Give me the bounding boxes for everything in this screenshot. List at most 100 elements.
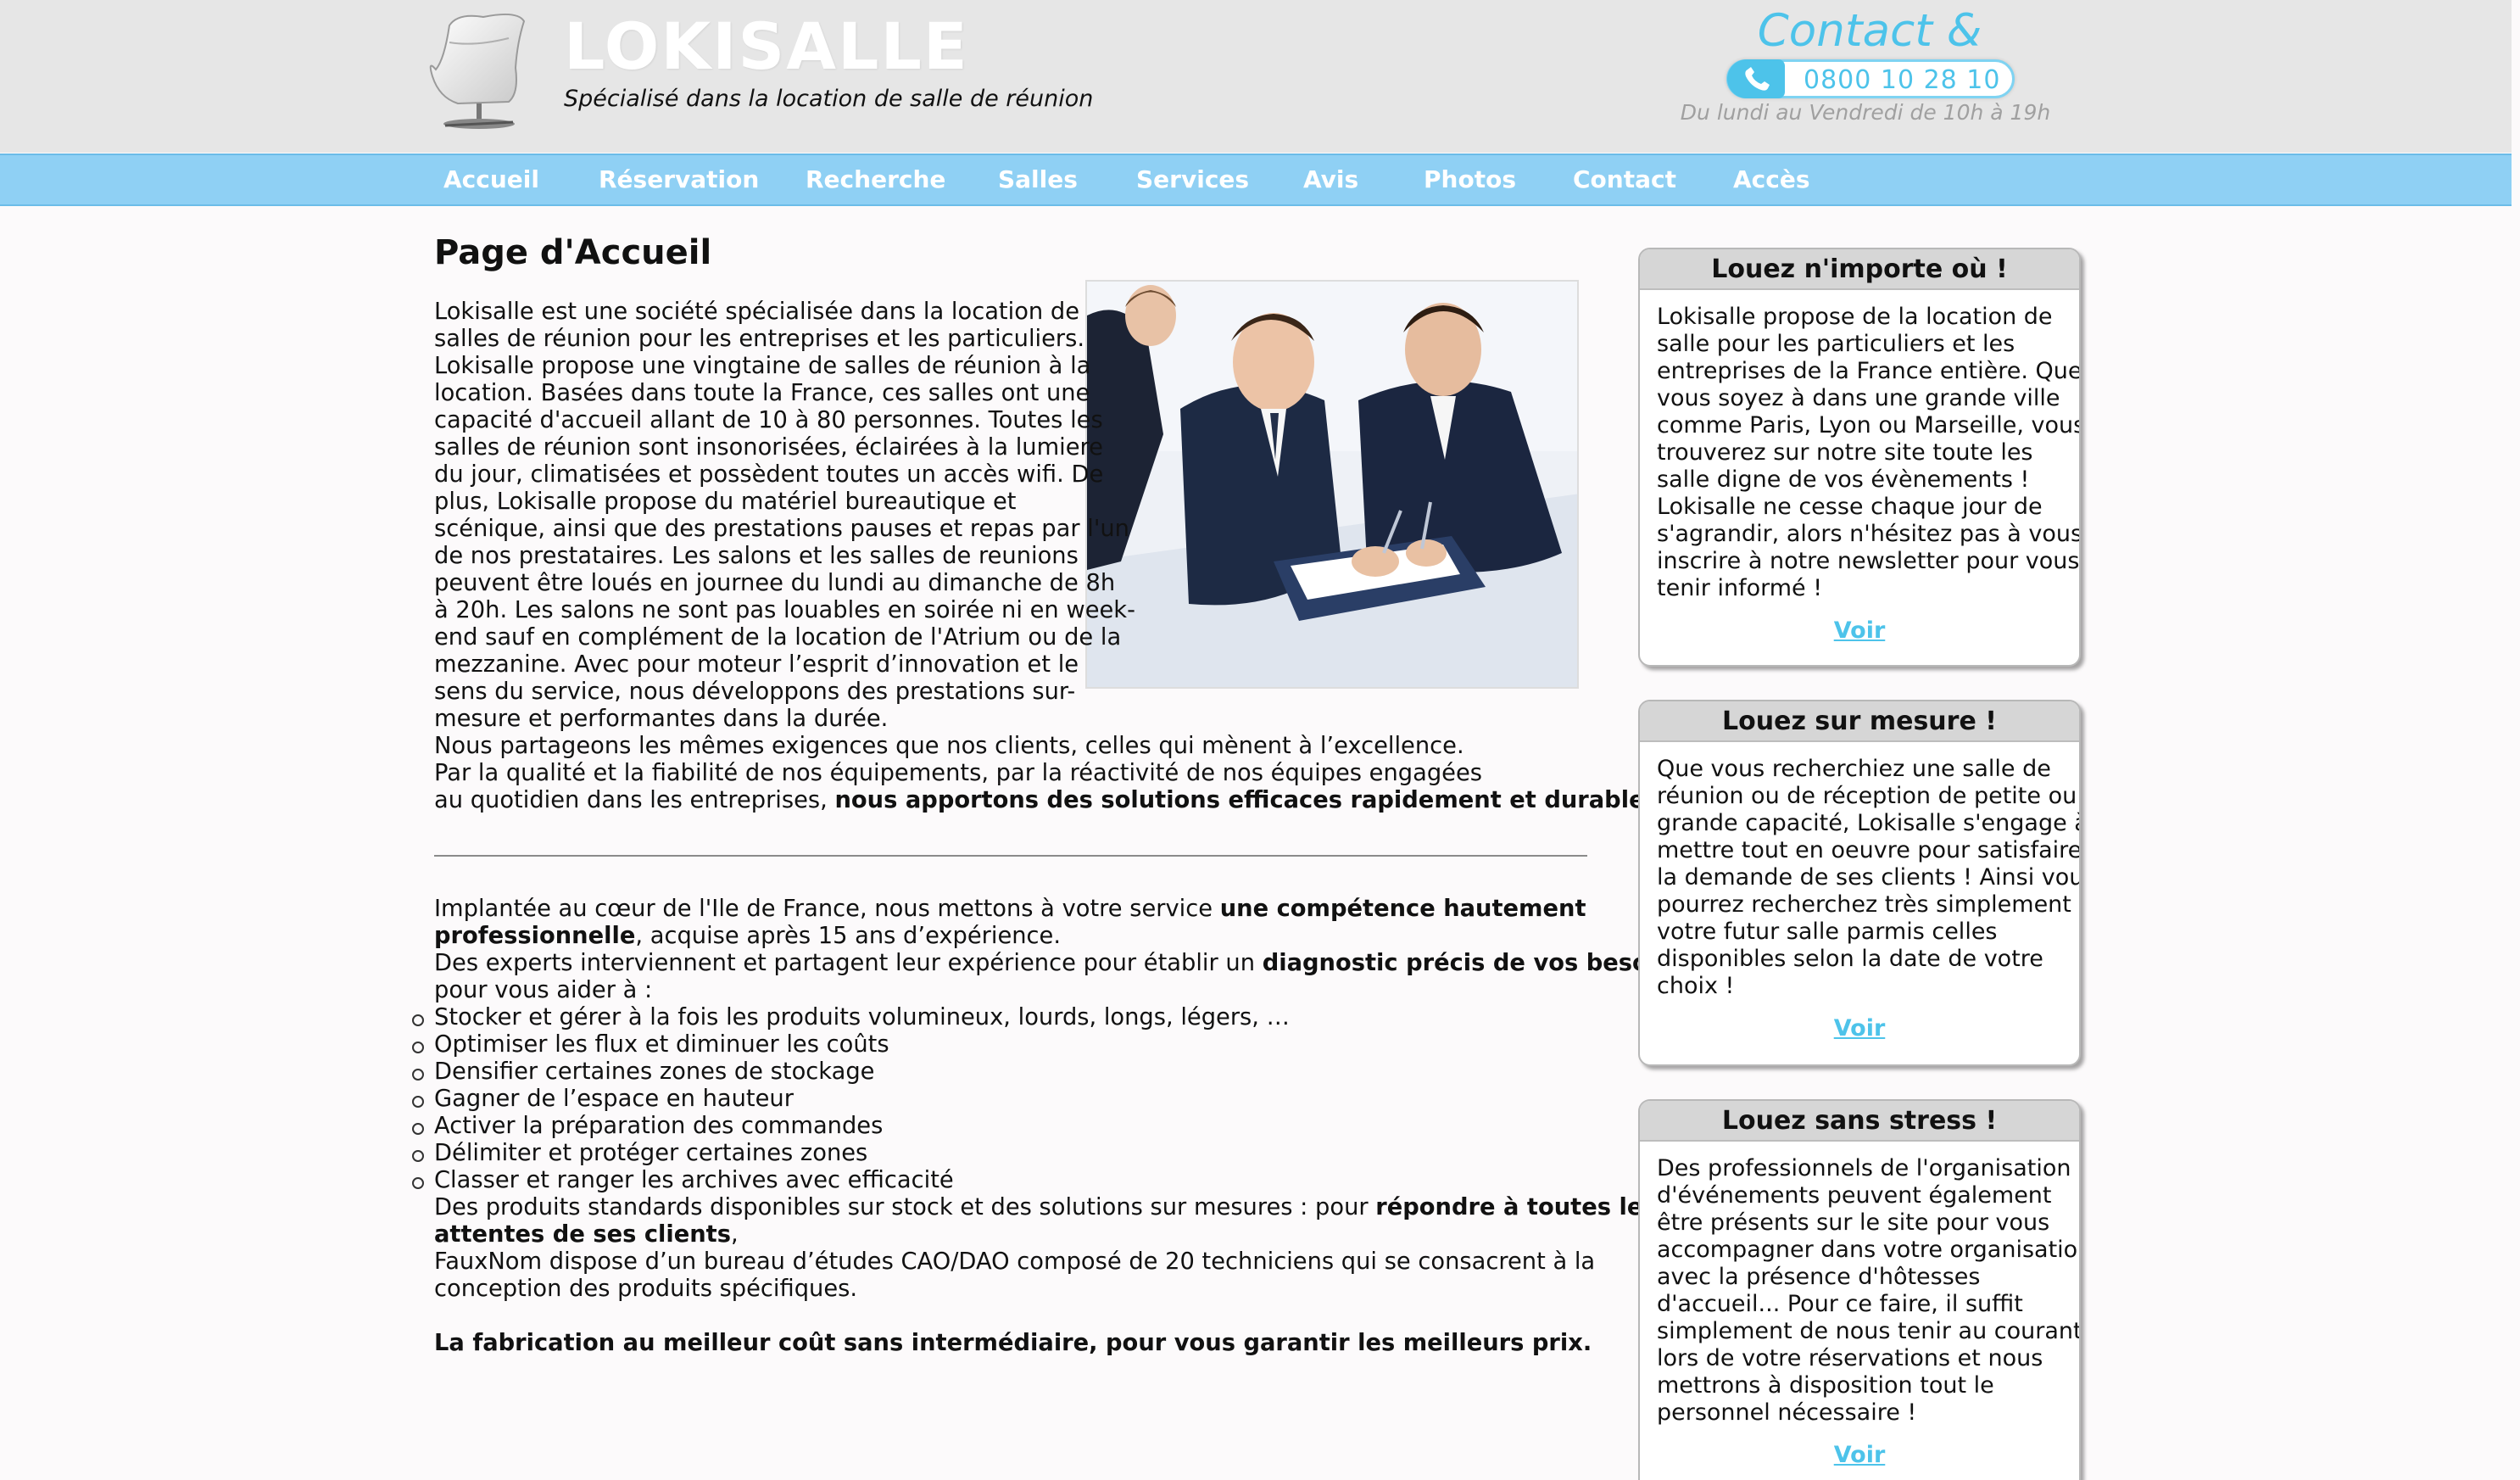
promo-line: choix ! (1657, 973, 1735, 999)
page-edge (2512, 0, 2520, 1480)
promo-line: vous soyez à dans une grande ville (1657, 385, 2060, 411)
p2-line-2: professionnelle, acquise après 15 ans d’… (434, 923, 1596, 950)
site-header: LOKISALLE Spécialisé dans la location de… (0, 0, 2520, 153)
site-title[interactable]: LOKISALLE (564, 8, 969, 84)
intro-line: salles de réunion pour les entreprises e… (434, 326, 1085, 352)
promo-line: Lokisalle propose de la location de (1657, 304, 2053, 330)
intro-line: Nous partageons les mêmes exigences que … (434, 733, 1464, 759)
nav-item-accueil[interactable]: Accueil (443, 165, 539, 193)
main-nav: Accueil Réservation Recherche Salles Ser… (0, 154, 2512, 206)
intro-line: Par la qualité et la fiabilité de nos éq… (434, 760, 1482, 786)
promo-line: disponibles selon la date de votre (1657, 946, 2043, 972)
nav-item-acces[interactable]: Accès (1733, 165, 1810, 193)
intro-line: end sauf en complément de la location de… (434, 624, 1122, 651)
p2-bold: professionnelle (434, 923, 636, 949)
promo-line: Lokisalle ne cesse chaque jour de (1657, 494, 2043, 520)
promo-box-title: Louez n'importe où ! (1640, 249, 2079, 290)
promo-line: pourrez recherchez très simplement (1657, 891, 2071, 918)
voir-link[interactable]: Voir (1640, 1015, 2079, 1042)
closing-statement: La fabrication au meilleur coût sans int… (434, 1330, 1592, 1356)
phone-badge[interactable]: 0800 10 28 10 (1726, 59, 2015, 98)
page-title: Page d'Accueil (434, 233, 712, 272)
promo-line: d'accueil... Pour ce faire, il suffit (1657, 1291, 2023, 1317)
p2-line-1: Implantée au cœur de l'Ile de France, no… (434, 896, 1596, 923)
promo-box-anywhere: Louez n'importe où ! Lokisalle propose d… (1638, 248, 2081, 667)
promo-line: comme Paris, Lyon ou Marseille, vous (1657, 412, 2081, 438)
nav-item-recherche[interactable]: Recherche (806, 165, 945, 193)
promo-line: entreprises de la France entière. Que (1657, 358, 2081, 384)
intro-line: Lokisalle est une société spécialisée da… (434, 299, 1080, 325)
nav-item-avis[interactable]: Avis (1303, 165, 1358, 193)
promo-line: salle digne de vos évènements ! (1657, 466, 2030, 493)
p3-bold: attentes de ses clients (434, 1221, 731, 1248)
p2-text: Des experts interviennent et partagent l… (434, 950, 1263, 976)
promo-line: avec la présence d'hôtesses (1657, 1264, 1981, 1290)
intro-line: mezzanine. Avec pour moteur l’esprit d’i… (434, 651, 1079, 678)
nav-item-services[interactable]: Services (1136, 165, 1249, 193)
promo-line: mettrons à disposition tout le (1657, 1372, 1994, 1399)
promo-line: la demande de ses clients ! Ainsi vous (1657, 864, 2081, 891)
intro-line: mesure et performantes dans la durée. (434, 706, 889, 732)
phone-number[interactable]: 0800 10 28 10 (1804, 65, 2000, 95)
intro-line: plus, Lokisalle propose du matériel bure… (434, 489, 1017, 515)
promo-line: votre futur salle parmis celles (1657, 919, 1998, 945)
intro-line: scénique, ainsi que des prestations paus… (434, 516, 1129, 542)
intro-line-last: au quotidien dans les entreprises, nous … (434, 787, 1720, 814)
promo-box-custom: Louez sur mesure ! Que vous recherchiez … (1638, 700, 2081, 1066)
intro-line: du jour, climatisées et possèdent toutes… (434, 461, 1104, 488)
p3-text: Des produits standards disponibles sur s… (434, 1194, 1376, 1220)
p3-text: , (730, 1221, 739, 1248)
promo-line: accompagner dans votre organisation (1657, 1237, 2081, 1263)
p2-line-4: pour vous aider à : (434, 977, 653, 1003)
voir-link[interactable]: Voir (1640, 617, 2079, 644)
intro-last-text: au quotidien dans les entreprises, (434, 787, 835, 813)
promo-line: trouverez sur notre site toute les (1657, 439, 2033, 466)
promo-box-title: Louez sans stress ! (1640, 1101, 2079, 1142)
nav-item-salles[interactable]: Salles (998, 165, 1078, 193)
list-item: Stocker et gérer à la fois les produits … (412, 1004, 1596, 1031)
p2-bold: une compétence hautement (1219, 896, 1586, 922)
intro-last-bold: nous apportons des solutions efficaces r… (834, 787, 1713, 813)
promo-line: Des professionnels de l'organisation (1657, 1155, 2071, 1181)
p3-line-4: conception des produits spécifiques. (434, 1276, 858, 1302)
intro-line: salles de réunion sont insonorisées, écl… (434, 434, 1103, 461)
promo-line: mettre tout en oeuvre pour satisfaire (1657, 837, 2081, 863)
p3-line-3: FauxNom dispose d’un bureau d’études CAO… (434, 1248, 1596, 1275)
p3-line-1: Des produits standards disponibles sur s… (434, 1194, 1657, 1221)
promo-line: simplement de nous tenir au courant (1657, 1318, 2081, 1344)
services-section: Implantée au cœur de l'Ile de France, no… (412, 896, 1717, 1357)
opening-hours: Du lundi au Vendredi de 10h à 19h (1680, 100, 2051, 125)
intro-paragraph: Lokisalle est une société spécialisée da… (434, 299, 1720, 814)
promo-line: d'événements peuvent également (1657, 1182, 2052, 1209)
chair-logo-icon[interactable] (424, 8, 534, 136)
promo-line: être présents sur le site pour vous (1657, 1209, 2050, 1236)
nav-item-reservation[interactable]: Réservation (599, 165, 759, 193)
promo-line: tenir informé ! (1657, 575, 1823, 601)
promo-line: lors de votre réservations et nous (1657, 1345, 2043, 1371)
promo-line: réunion ou de réception de petite ou (1657, 783, 2077, 809)
intro-line: sens du service, nous développons des pr… (434, 679, 1076, 705)
intro-line: peuvent être loués en journee du lundi a… (434, 570, 1116, 596)
intro-line: à 20h. Les salons ne sont pas louables e… (434, 597, 1135, 623)
voir-link[interactable]: Voir (1640, 1442, 2079, 1468)
promo-line: inscrire à notre newsletter pour vous (1657, 548, 2080, 574)
nav-item-contact[interactable]: Contact (1573, 165, 1676, 193)
intro-line: capacité d'accueil allant de 10 à 80 per… (434, 407, 1103, 433)
p2-text: Implantée au cœur de l'Ile de France, no… (434, 896, 1220, 922)
list-item: Gagner de l’espace en hauteur (412, 1086, 1596, 1113)
promo-line: personnel nécessaire ! (1657, 1399, 1917, 1426)
promo-line: salle pour les particuliers et les (1657, 331, 2015, 357)
promo-line: Que vous recherchiez une salle de (1657, 756, 2051, 782)
promo-box-stressfree: Louez sans stress ! Des professionnels d… (1638, 1099, 2081, 1480)
p3-line-2: attentes de ses clients, (434, 1221, 1596, 1248)
site-tagline: Spécialisé dans la location de salle de … (564, 86, 1094, 112)
promo-box-text: Lokisalle propose de la location de sall… (1640, 290, 2079, 602)
intro-line: de nos prestataires. Les salons et les s… (434, 543, 1079, 569)
list-item: Densifier certaines zones de stockage (412, 1058, 1596, 1086)
p2-text: , acquise après 15 ans d’expérience. (635, 923, 1062, 949)
nav-item-photos[interactable]: Photos (1424, 165, 1516, 193)
p2-line-3: Des experts interviennent et partagent l… (434, 950, 1717, 977)
promo-box-title: Louez sur mesure ! (1640, 701, 2079, 742)
promo-box-text: Que vous recherchiez une salle de réunio… (1640, 742, 2079, 1000)
